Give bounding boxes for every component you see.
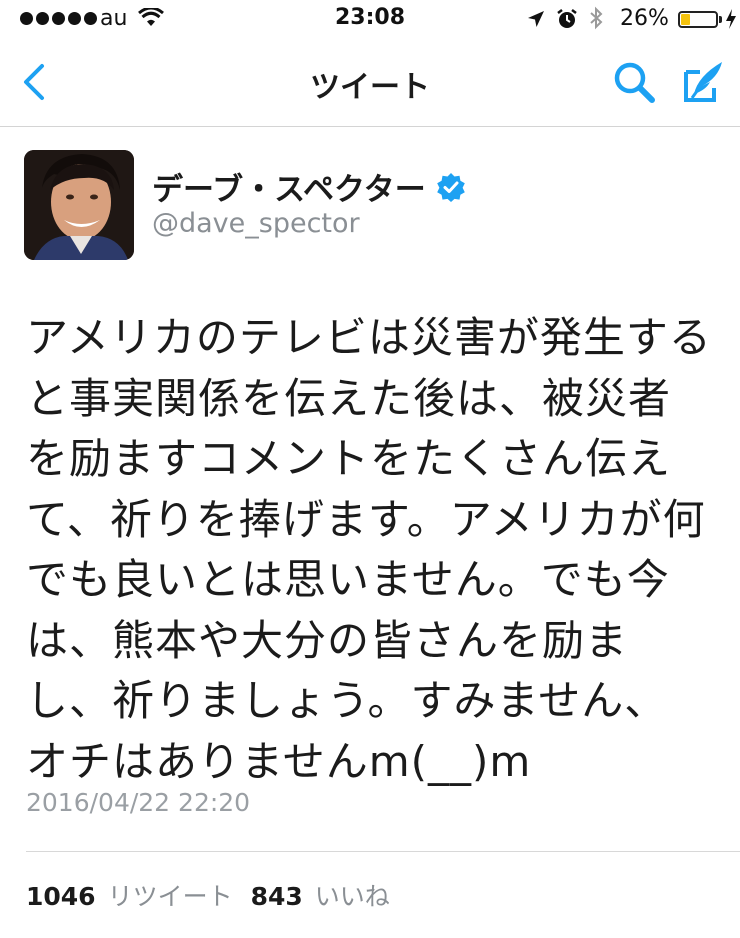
status-bar: au 23:08 26%	[0, 0, 740, 40]
like-count[interactable]: 843	[251, 882, 303, 911]
alarm-icon	[556, 8, 578, 36]
avatar[interactable]	[24, 150, 134, 260]
tweet-stats: 1046 リツイート 843 いいね	[26, 877, 408, 913]
bluetooth-icon	[588, 6, 604, 36]
charging-icon	[725, 8, 737, 36]
compose-tweet-button[interactable]	[680, 58, 728, 106]
tweet-text-line: と事実関係を伝えた後は、被災者	[26, 373, 672, 423]
tweet-text: アメリカのテレビは災害が発生する と事実関係を伝えた後は、被災者 を励ますコメン…	[26, 308, 726, 792]
search-button[interactable]	[610, 58, 658, 106]
tweet-text-line: でも良いとは思いません。でも今	[26, 555, 670, 604]
tweet-text-line: アメリカのテレビは災害が発生する	[26, 313, 712, 362]
retweet-label[interactable]: リツイート	[108, 877, 233, 913]
location-arrow-icon	[526, 9, 546, 35]
search-icon	[614, 62, 655, 103]
tweet-text-line: オチはありませんm(__)m	[26, 736, 532, 786]
user-name-text: デーブ・スペクター	[152, 172, 426, 208]
user-handle[interactable]: @dave_spector	[152, 208, 360, 239]
battery-percent: 26%	[620, 6, 669, 31]
tweet-timestamp: 2016/04/22 22:20	[26, 788, 251, 817]
like-label[interactable]: いいね	[315, 877, 390, 913]
compose-icon	[684, 62, 722, 102]
retweet-count[interactable]: 1046	[26, 882, 96, 911]
tweet-text-line: を励ますコメントをたくさん伝え	[26, 434, 672, 483]
tweet-text-line: は、熊本や大分の皆さんを励ま	[26, 615, 629, 665]
tweet-detail-screen: au 23:08 26% ツイート デーブ・スペクター @dave_specto…	[0, 0, 740, 938]
battery-icon	[678, 11, 718, 28]
user-display-name[interactable]: デーブ・スペクター	[152, 164, 466, 209]
battery-nub	[719, 16, 722, 23]
tweet-text-line: し、祈りましょう。すみません、	[26, 676, 668, 725]
profile-photo	[24, 150, 134, 260]
navigation-bar: ツイート	[0, 40, 740, 127]
tweet-text-line: て、祈りを捧げます。アメリカが何	[26, 494, 706, 544]
divider	[26, 851, 740, 852]
verified-badge-icon	[436, 172, 466, 202]
